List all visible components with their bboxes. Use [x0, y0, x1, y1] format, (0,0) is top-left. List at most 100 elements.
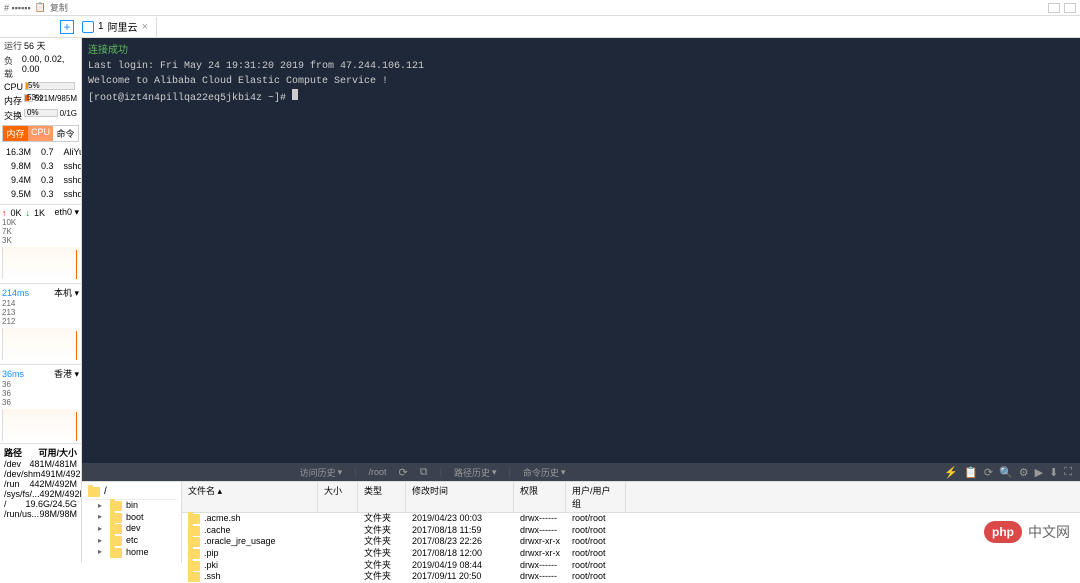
folder-icon	[88, 487, 100, 497]
sidebar: 运行 56 天 负载 0.00, 0.02, 0.00 CPU5% 内存53%5…	[0, 38, 82, 563]
uptime-label: 运行	[4, 39, 22, 52]
file-row[interactable]: .pki文件夹2019/04/19 08:44drwx------root/ro…	[182, 560, 1080, 572]
term-line: 连接成功	[88, 44, 1074, 59]
file-pane: / ▸bin ▸boot ▸dev ▸etc ▸home 文件名 ▴ 大小 类型…	[82, 481, 1080, 563]
disk-row: /dev/shm491M/492M	[4, 469, 77, 479]
file-row[interactable]: .cache文件夹2017/08/18 11:59drwx------root/…	[182, 525, 1080, 537]
folder-icon	[110, 501, 122, 511]
disk-section: 路径可用/大小 /dev481M/481M /dev/shm491M/492M …	[0, 443, 81, 521]
file-row[interactable]: .acme.sh文件夹2019/04/23 00:03drwx------roo…	[182, 513, 1080, 525]
process-tabs: 内存 CPU 命令	[2, 125, 79, 142]
tree-item[interactable]: ▸etc	[86, 535, 177, 547]
watermark-badge: php	[984, 521, 1022, 543]
folder-icon	[188, 572, 200, 582]
top-bar: # ▪▪▪▪▪▪ 📋 复制	[0, 0, 1080, 16]
copy-label[interactable]: 复制	[50, 1, 68, 14]
latency-chart-2: 36ms香港 ▾ 363636	[0, 364, 81, 443]
tree-item[interactable]: ▸boot	[86, 512, 177, 524]
folder-icon	[188, 514, 200, 524]
disk-row: /19.6G/24.5G	[4, 499, 77, 509]
col-date[interactable]: 修改时间	[406, 482, 514, 512]
add-tab-button[interactable]: +	[60, 20, 74, 34]
folder-icon	[188, 537, 200, 547]
file-row[interactable]: .pip文件夹2017/08/18 12:00drwxr-xr-xroot/ro…	[182, 548, 1080, 560]
refresh-icon[interactable]: ⟳	[399, 466, 408, 479]
uptime-value: 56 天	[24, 39, 46, 52]
visit-history[interactable]: 访问历史 ▾	[300, 466, 343, 479]
table-row: 16.3M0.7AliYunDu	[2, 146, 82, 158]
table-row: 9.5M0.3sshd	[2, 188, 82, 200]
file-list-header: 文件名 ▴ 大小 类型 修改时间 权限 用户/用户组	[182, 482, 1080, 513]
watermark-text: 中文网	[1028, 522, 1070, 542]
tab-bar: + 1 阿里云 ×	[0, 16, 1080, 38]
refresh-icon[interactable]: ⟳	[984, 466, 993, 479]
gear-icon[interactable]: ⚙	[1019, 466, 1029, 479]
close-icon[interactable]: ×	[142, 21, 148, 33]
disk-row: /sys/fs/...492M/492M	[4, 489, 77, 499]
view-grid-icon[interactable]	[1048, 3, 1060, 13]
path-history[interactable]: 路径历史 ▾	[454, 466, 497, 479]
tab-cmd[interactable]: 命令	[53, 126, 78, 141]
swap-value: 0/1G	[60, 109, 77, 122]
tab-mem[interactable]: 内存	[3, 126, 28, 141]
tree-root[interactable]: /	[86, 484, 177, 500]
folder-icon	[110, 548, 122, 558]
col-type[interactable]: 类型	[358, 482, 406, 512]
file-row[interactable]: .oracle_jre_usage文件夹2017/08/23 22:26drwx…	[182, 536, 1080, 548]
tree-item[interactable]: ▸bin	[86, 500, 177, 512]
view-list-icon[interactable]	[1064, 3, 1076, 13]
process-table: 16.3M0.7AliYunDu 9.8M0.3sshd 9.4M0.3sshd…	[0, 144, 82, 202]
play-icon[interactable]: ▶	[1035, 466, 1043, 479]
cpu-bar: 5%	[25, 82, 75, 90]
tab-cpu[interactable]: CPU	[28, 126, 53, 141]
swap-bar: 0%	[24, 109, 58, 117]
col-user[interactable]: 用户/用户组	[566, 482, 626, 512]
expand-icon[interactable]: ⛶	[1064, 466, 1072, 479]
search-icon[interactable]: 🔍	[999, 466, 1013, 479]
download-icon[interactable]: ⬇	[1049, 466, 1058, 479]
loc-dropdown[interactable]: 香港 ▾	[54, 367, 79, 380]
copy-icon[interactable]: 📋	[964, 466, 978, 479]
col-size[interactable]: 大小	[318, 482, 358, 512]
arrow-up-icon: ↑	[2, 208, 7, 218]
load-label: 负载	[4, 54, 20, 80]
status-bar: 访问历史 ▾ | /root ⟳ ⧉ | 路径历史 ▾ | 命令历史 ▾ ⚡ 📋…	[82, 463, 1080, 481]
arrow-down-icon: ↓	[26, 208, 31, 218]
folder-icon	[110, 524, 122, 534]
terminal[interactable]: 连接成功 Last login: Fri May 24 19:31:20 201…	[82, 38, 1080, 463]
tree-item[interactable]: ▸dev	[86, 523, 177, 535]
disk-row: /run/us...98M/98M	[4, 509, 77, 519]
folder-icon	[188, 561, 200, 571]
swap-label: 交换	[4, 109, 22, 122]
load-value: 0.00, 0.02, 0.00	[22, 54, 77, 80]
file-tree: / ▸bin ▸boot ▸dev ▸etc ▸home	[82, 482, 182, 563]
action-icon[interactable]: ⧉	[420, 466, 428, 479]
network-chart: ↑0K↓1Keth0 ▾ 10K7K3K	[0, 204, 81, 281]
latency-chart-1: 214ms本机 ▾ 214213212	[0, 283, 81, 362]
iface-dropdown[interactable]: eth0 ▾	[54, 207, 79, 218]
disk-row: /dev481M/481M	[4, 459, 77, 469]
folder-icon	[188, 549, 200, 559]
term-line: Welcome to Alibaba Cloud Elastic Compute…	[88, 74, 1074, 89]
tree-item[interactable]: ▸home	[86, 547, 177, 559]
mem-label: 内存	[4, 94, 22, 107]
loc-dropdown[interactable]: 本机 ▾	[54, 286, 79, 299]
folder-icon	[110, 536, 122, 546]
copy-icon[interactable]: 📋	[35, 2, 46, 13]
folder-icon	[110, 513, 122, 523]
term-line: Last login: Fri May 24 19:31:20 2019 fro…	[88, 59, 1074, 74]
col-name[interactable]: 文件名 ▴	[182, 482, 318, 512]
tab-index: 1	[98, 21, 104, 32]
lightning-icon[interactable]: ⚡	[944, 466, 958, 479]
cpu-pct: 5%	[28, 81, 40, 90]
tab-aliyun[interactable]: 1 阿里云 ×	[74, 17, 157, 37]
watermark: php 中文网	[984, 521, 1070, 543]
col-perm[interactable]: 权限	[514, 482, 566, 512]
host-label: # ▪▪▪▪▪▪	[4, 3, 31, 13]
swap-pct: 0%	[27, 108, 39, 117]
file-row[interactable]: .ssh文件夹2017/09/11 20:50drwx------root/ro…	[182, 571, 1080, 583]
mem-pct: 53%	[27, 93, 43, 102]
tab-icon	[82, 21, 94, 33]
cmd-history[interactable]: 命令历史 ▾	[523, 466, 566, 479]
path-display[interactable]: /root	[369, 467, 387, 477]
